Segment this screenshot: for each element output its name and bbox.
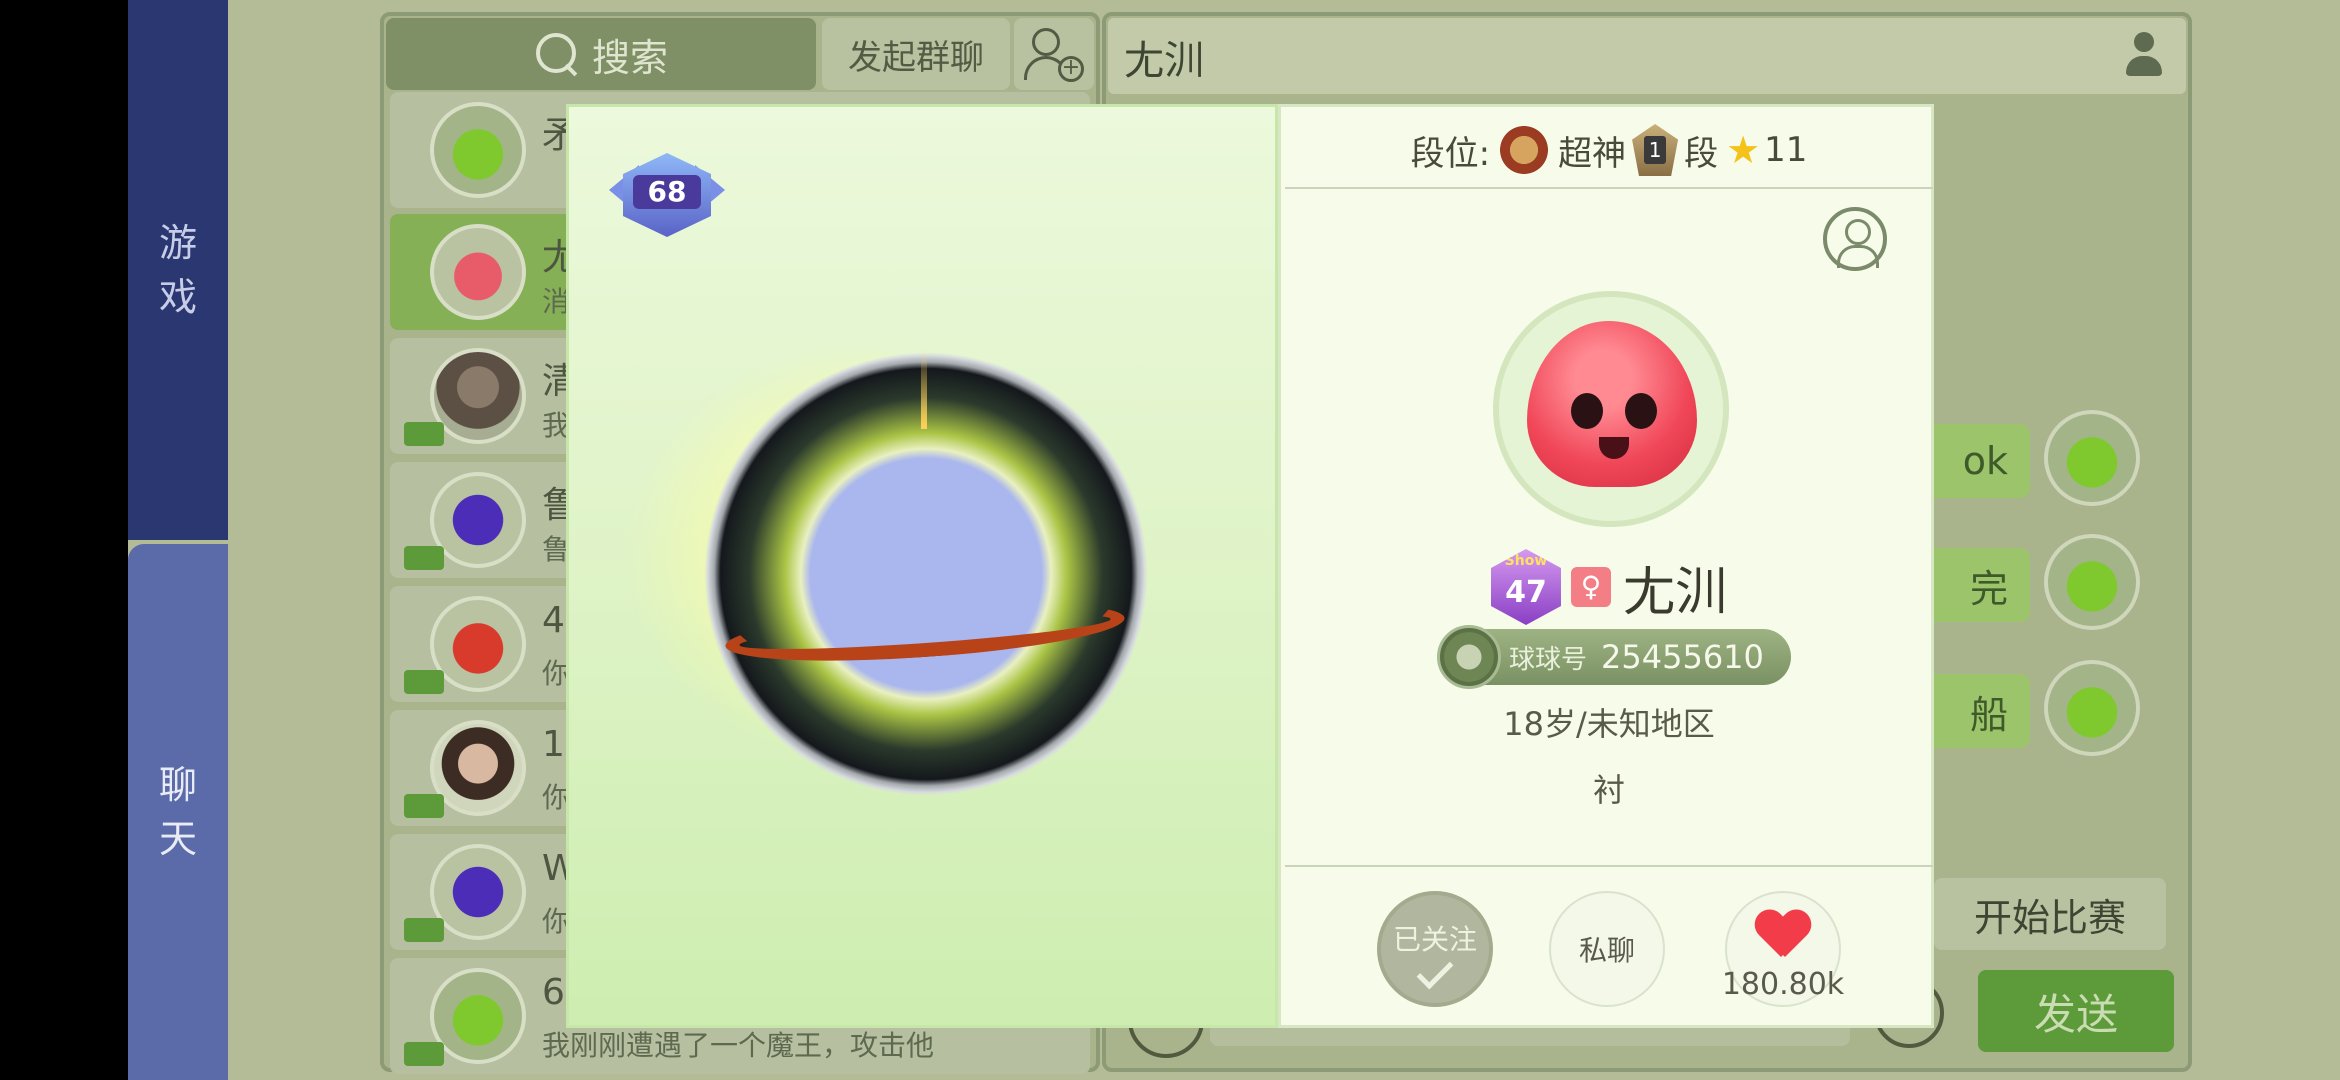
signature: 衬	[1592, 771, 1625, 809]
user-profile-icon[interactable]	[2124, 32, 2164, 80]
check-icon	[1416, 952, 1454, 990]
show-label: Show	[1504, 553, 1548, 569]
rank-medal-number: 1	[1644, 136, 1667, 164]
avatar	[430, 968, 526, 1064]
profile-info-panel: 段位: 超神 1 段 ★ 11 Show 47 ♀ 尢汌 球球号 2545561…	[1278, 104, 1934, 1028]
send-button[interactable]: 发送	[1978, 970, 2174, 1052]
skin-flare	[921, 349, 927, 429]
show-level-badge-icon: Show 47	[1490, 549, 1561, 625]
rank-tier-suffix: 段	[1684, 133, 1719, 174]
avatar	[430, 472, 526, 568]
rank-stars: 11	[1764, 130, 1808, 170]
tab-chat-char-1: 聊	[158, 763, 197, 807]
rank-title: 超神	[1558, 133, 1627, 174]
add-friend-icon	[1032, 28, 1060, 56]
player-id-value: 25455610	[1601, 638, 1764, 676]
avatar[interactable]	[2044, 534, 2140, 630]
avatar	[430, 224, 526, 320]
tab-game-char-2: 戏	[158, 275, 197, 319]
player-id-icon	[1437, 625, 1501, 689]
start-match-button[interactable]: 开始比赛	[1934, 878, 2166, 950]
avatar[interactable]	[2044, 410, 2140, 506]
conversation-name: 6	[542, 972, 565, 1013]
start-group-chat-button[interactable]: 发起群聊	[822, 18, 1010, 90]
rank-medal-icon: 1	[1632, 124, 1679, 176]
private-chat-button[interactable]: 私聊	[1549, 891, 1665, 1007]
profile-card: 68 段位: 超神 1 段 ★ 11 Show 47 ♀ 尢汌 球球号 2545…	[566, 104, 1934, 1028]
search-icon	[534, 31, 580, 77]
avatar	[430, 596, 526, 692]
star-icon: ★	[1726, 128, 1761, 172]
followed-label: 已关注	[1392, 923, 1477, 956]
show-level: 47	[1505, 575, 1547, 610]
add-friend-button[interactable]: +	[1014, 18, 1094, 90]
chat-header	[1108, 18, 2186, 94]
profile-skin-panel: 68	[566, 104, 1278, 1028]
avatar[interactable]	[2044, 660, 2140, 756]
rank-emblem-icon	[1496, 122, 1553, 178]
private-chat-label: 私聊	[1578, 934, 1635, 967]
heart-icon	[1755, 911, 1811, 961]
female-gender-icon: ♀	[1570, 567, 1611, 607]
plus-icon: +	[1058, 56, 1084, 82]
avatar	[430, 102, 526, 198]
friend-tag-icon	[404, 918, 444, 942]
like-count: 180.80k	[1721, 967, 1845, 1002]
profile-avatar	[1493, 291, 1729, 527]
name-row: Show 47 ♀ 尢汌	[1281, 547, 1937, 627]
conversation-name: 1	[542, 724, 565, 765]
friend-tag-icon	[404, 546, 444, 570]
conversation-name: 4	[542, 600, 565, 641]
age-region: 18岁/未知地区	[1503, 705, 1715, 743]
friend-tag-icon	[404, 422, 444, 446]
search-label: 搜索	[591, 35, 668, 80]
friend-tag-icon	[404, 670, 444, 694]
conversation-preview: 我刚刚遭遇了一个魔王，攻击他	[542, 1029, 935, 1062]
player-id-label: 球球号	[1509, 644, 1588, 675]
friend-tag-icon	[404, 794, 444, 818]
rank-label: 段位:	[1410, 133, 1491, 174]
friend-tag-icon	[404, 1042, 444, 1066]
level-badge: 68	[609, 147, 725, 243]
level-number: 68	[633, 175, 701, 209]
avatar	[430, 844, 526, 940]
tab-game[interactable]: 游 戏	[128, 0, 228, 540]
profile-page-button[interactable]	[1823, 207, 1887, 271]
avatar	[430, 348, 526, 444]
tab-chat-char-2: 天	[158, 817, 197, 861]
rank-row: 段位: 超神 1 段 ★ 11	[1281, 122, 1937, 178]
divider	[1285, 187, 1933, 189]
avatar-eye-right	[1625, 393, 1657, 429]
avatar-eye-left	[1571, 393, 1603, 429]
search-input[interactable]: 搜索	[386, 18, 816, 90]
screen-edge	[0, 0, 128, 1080]
tab-game-char-1: 游	[158, 221, 197, 265]
player-id-badge: 球球号 25455610	[1437, 625, 1791, 689]
followed-button[interactable]: 已关注	[1377, 891, 1493, 1007]
avatar	[430, 720, 526, 816]
chat-title: 尢汌	[1124, 38, 1204, 84]
avatar-blob	[1527, 321, 1697, 487]
nickname: 尢汌	[1622, 562, 1727, 623]
tab-chat[interactable]: 聊 天	[128, 544, 228, 1080]
divider	[1285, 865, 1933, 867]
